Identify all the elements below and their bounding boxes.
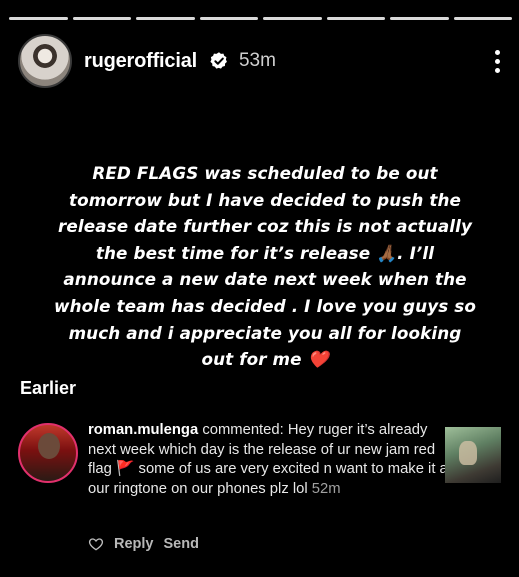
progress-segment: [72, 17, 131, 20]
red-flag-emoji: 🚩: [115, 461, 135, 477]
section-title-earlier: Earlier: [20, 378, 77, 398]
more-options-icon[interactable]: [493, 49, 501, 73]
story-text-overlay: RED FLAGS was scheduled to be out tomorr…: [30, 160, 500, 373]
progress-segment: [263, 17, 322, 20]
progress-segment: [390, 17, 449, 20]
story-username[interactable]: rugerofficial: [84, 50, 197, 73]
progress-segment: [9, 17, 68, 20]
reply-button[interactable]: Reply: [114, 536, 154, 552]
story-text-line: much and i appreciate you all for lookin…: [68, 322, 462, 343]
story-text-line: out for me ❤️: [201, 349, 329, 370]
comment-actions: Reply Send: [88, 536, 199, 552]
progress-segment: [136, 17, 195, 20]
commenter-avatar[interactable]: [18, 423, 78, 483]
profile-avatar[interactable]: [18, 34, 72, 88]
post-thumbnail[interactable]: [445, 427, 501, 483]
commenter-username[interactable]: roman.mulenga: [88, 422, 198, 438]
story-timestamp: 53m: [238, 50, 276, 71]
progress-segment: [326, 17, 385, 20]
story-text-line: tomorrow but I have decided to push the: [68, 189, 462, 210]
story-text-line: RED FLAGS was scheduled to be out: [92, 163, 438, 183]
story-text-line: the best time for it’s release 🙏🏾. I’ll: [95, 242, 435, 263]
story-text-line: whole team has decided . I love you guys…: [53, 295, 476, 316]
comment-body: roman.mulenga commented: Hey ruger it’s …: [88, 421, 458, 499]
verified-badge-icon: [210, 52, 227, 69]
comment-timestamp: 52m: [311, 480, 341, 497]
story-text-line: release date further coz this is not act…: [58, 216, 472, 237]
comment-text-continued: some of us are very excited n want to ma…: [88, 461, 456, 497]
progress-segment: [199, 17, 258, 20]
send-button[interactable]: Send: [164, 536, 199, 552]
progress-segment: [453, 17, 512, 20]
story-progress-bar: [9, 17, 512, 21]
story-text-line: announce a new date next week when the: [63, 269, 467, 290]
story-header: rugerofficial 53m: [18, 33, 501, 89]
heart-icon[interactable]: [88, 536, 104, 552]
